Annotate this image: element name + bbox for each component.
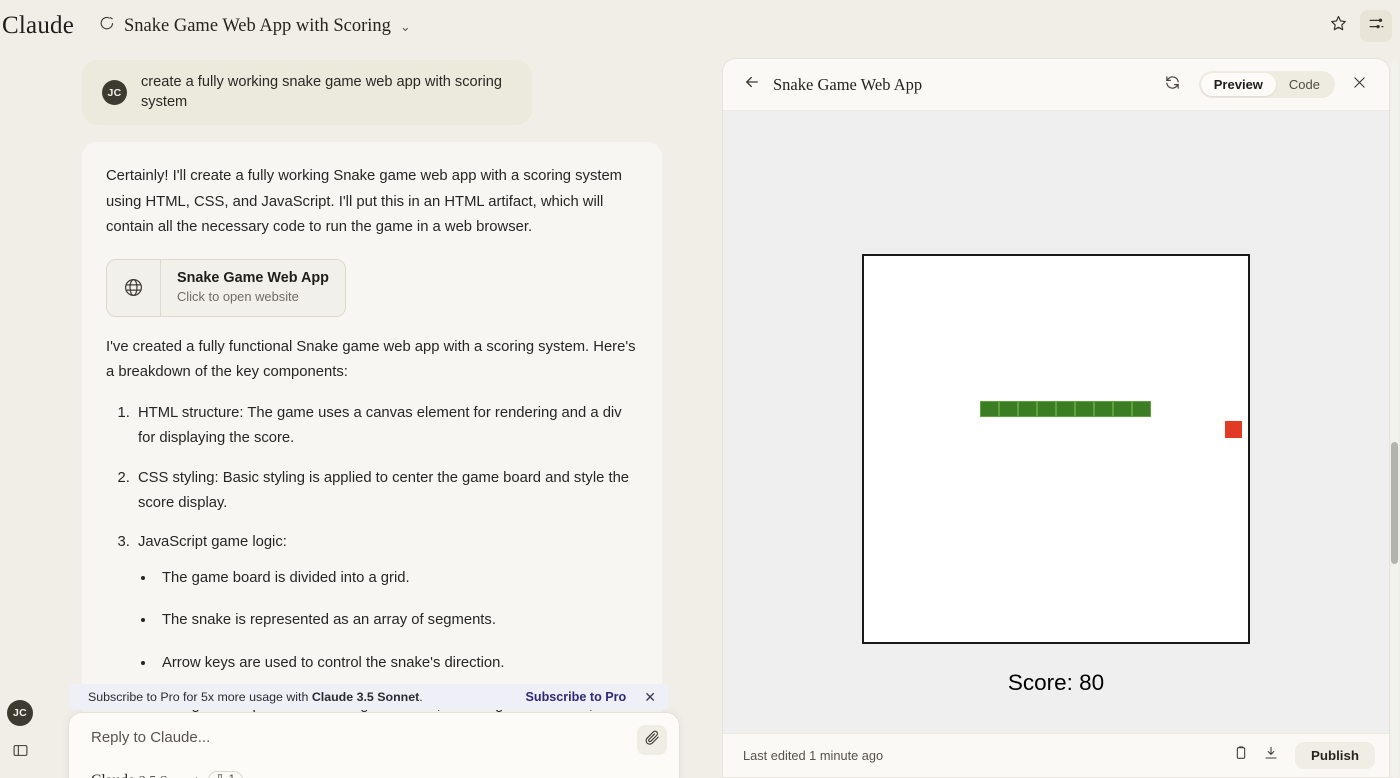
list-item: HTML structure: The game uses a canvas e…: [134, 401, 638, 452]
subscribe-to-pro-link[interactable]: Subscribe to Pro: [525, 690, 626, 704]
close-icon: [1351, 74, 1368, 96]
star-button[interactable]: [1322, 10, 1354, 42]
tab-code[interactable]: Code: [1276, 73, 1333, 96]
conversation-title: Snake Game Web App with Scoring: [124, 15, 391, 36]
top-bar-actions: [1322, 0, 1392, 52]
download-icon: [1263, 745, 1279, 766]
clipboard-icon: [1233, 745, 1249, 766]
reply-input[interactable]: Reply to Claude...: [91, 729, 210, 746]
list-item: The snake is represented as an array of …: [156, 608, 638, 633]
page-scrollbar-track[interactable]: [1391, 60, 1398, 778]
artifact-header: Snake Game Web App Preview Code: [723, 59, 1389, 111]
food-item: [1225, 421, 1242, 438]
claude-app-window: Claude Snake Game Web App with Scoring ⌄: [0, 0, 1400, 778]
artifact-back-button[interactable]: [739, 72, 765, 98]
download-button[interactable]: [1257, 742, 1285, 770]
top-bar: Claude Snake Game Web App with Scoring ⌄: [0, 0, 1400, 52]
snake-segment: [1037, 401, 1056, 417]
snake-segment: [999, 401, 1018, 417]
artifact-preview-area: Score: 80: [723, 111, 1389, 733]
model-selector[interactable]: Claude 3.5 Sonnet 1: [91, 771, 244, 778]
user-message-avatar: JC: [102, 80, 127, 106]
publish-button[interactable]: Publish: [1294, 742, 1375, 769]
assistant-breakdown-intro: I've created a fully functional Snake ga…: [106, 338, 636, 381]
model-brand: Claude: [91, 772, 135, 778]
star-icon: [1329, 14, 1348, 38]
close-banner-icon[interactable]: ✕: [644, 690, 656, 704]
breakdown-list: HTML structure: The game uses a canvas e…: [134, 401, 638, 712]
tab-preview[interactable]: Preview: [1200, 73, 1276, 96]
composer: Reply to Claude... Claude 3.5 Sonnet 1: [68, 712, 680, 778]
model-version: 3.5 Sonnet: [139, 774, 199, 778]
step-text: CSS styling: Basic styling is applied to…: [138, 469, 630, 512]
step-text: HTML structure: The game uses a canvas e…: [138, 404, 622, 447]
subscribe-banner-text: Subscribe to Pro for 5x more usage with …: [88, 690, 525, 704]
page-scrollbar-thumb[interactable]: [1391, 442, 1398, 564]
user-message: JC create a fully working snake game web…: [82, 60, 532, 126]
assistant-message: Certainly! I'll create a fully working S…: [82, 142, 662, 712]
list-item: CSS styling: Basic styling is applied to…: [134, 466, 638, 517]
artifact-card-subtitle: Click to open website: [177, 289, 299, 305]
snake-segment: [1113, 401, 1132, 417]
list-item: Arrow keys are used to control the snake…: [156, 651, 638, 676]
chat-thread: JC create a fully working snake game web…: [0, 52, 700, 712]
step-text: JavaScript game logic:: [138, 534, 287, 551]
arrow-left-icon: [743, 73, 761, 96]
snake-segment: [1056, 401, 1075, 417]
artifact-refresh-button[interactable]: [1157, 69, 1189, 101]
model-name-label: Claude 3.5 Sonnet: [91, 772, 199, 778]
list-item: The game board is divided into a grid.: [156, 566, 638, 591]
artifact-preview-card[interactable]: Snake Game Web App Click to open website: [106, 258, 346, 317]
copy-button[interactable]: [1227, 742, 1255, 770]
snake-segment: [1018, 401, 1037, 417]
sidebar-toggle-button[interactable]: [9, 742, 31, 764]
user-message-text: create a fully working snake game web ap…: [141, 74, 502, 110]
sliders-icon: [1367, 14, 1386, 38]
snake-segment: [1075, 401, 1094, 417]
usage-count: 1: [229, 774, 235, 778]
snake-game-board[interactable]: [862, 254, 1250, 644]
score-display: Score: 80: [1007, 670, 1105, 695]
app-logo: Claude: [2, 12, 75, 39]
artifact-panel: Snake Game Web App Preview Code Score: 8…: [722, 58, 1390, 778]
artifact-title: Snake Game Web App: [773, 74, 923, 94]
artifact-view-toggle: Preview Code: [1198, 71, 1335, 98]
artifact-card-title: Snake Game Web App: [177, 269, 329, 286]
chevron-down-icon: ⌄: [399, 18, 411, 34]
snake-segment: [1094, 401, 1113, 417]
artifact-close-button[interactable]: [1343, 69, 1375, 101]
artifact-footer: Last edited 1 minute ago Publish: [723, 733, 1389, 777]
flask-icon: [215, 773, 225, 778]
conversation-title-menu[interactable]: Snake Game Web App with Scoring ⌄: [90, 11, 419, 41]
globe-icon: [107, 259, 161, 316]
sidebar-toggle-icon: [12, 742, 29, 764]
subscribe-banner: Subscribe to Pro for 5x more usage with …: [70, 684, 668, 710]
usage-badge[interactable]: 1: [207, 771, 244, 778]
subscribe-text-after: .: [419, 690, 423, 704]
snake-segment: [1132, 401, 1151, 417]
snake-segment: [980, 401, 999, 417]
assistant-intro-text: Certainly! I'll create a fully working S…: [106, 168, 623, 236]
settings-button[interactable]: [1360, 10, 1392, 42]
subscribe-text-before: Subscribe to Pro for 5x more usage with: [88, 690, 312, 704]
subscribe-text-bold: Claude 3.5 Sonnet: [311, 690, 420, 704]
last-edited-label: Last edited 1 minute ago: [743, 748, 884, 763]
attach-file-button[interactable]: [637, 725, 667, 755]
refresh-icon: [1164, 74, 1181, 96]
paperclip-icon: [644, 729, 661, 751]
chat-bubble-icon: [98, 15, 115, 37]
